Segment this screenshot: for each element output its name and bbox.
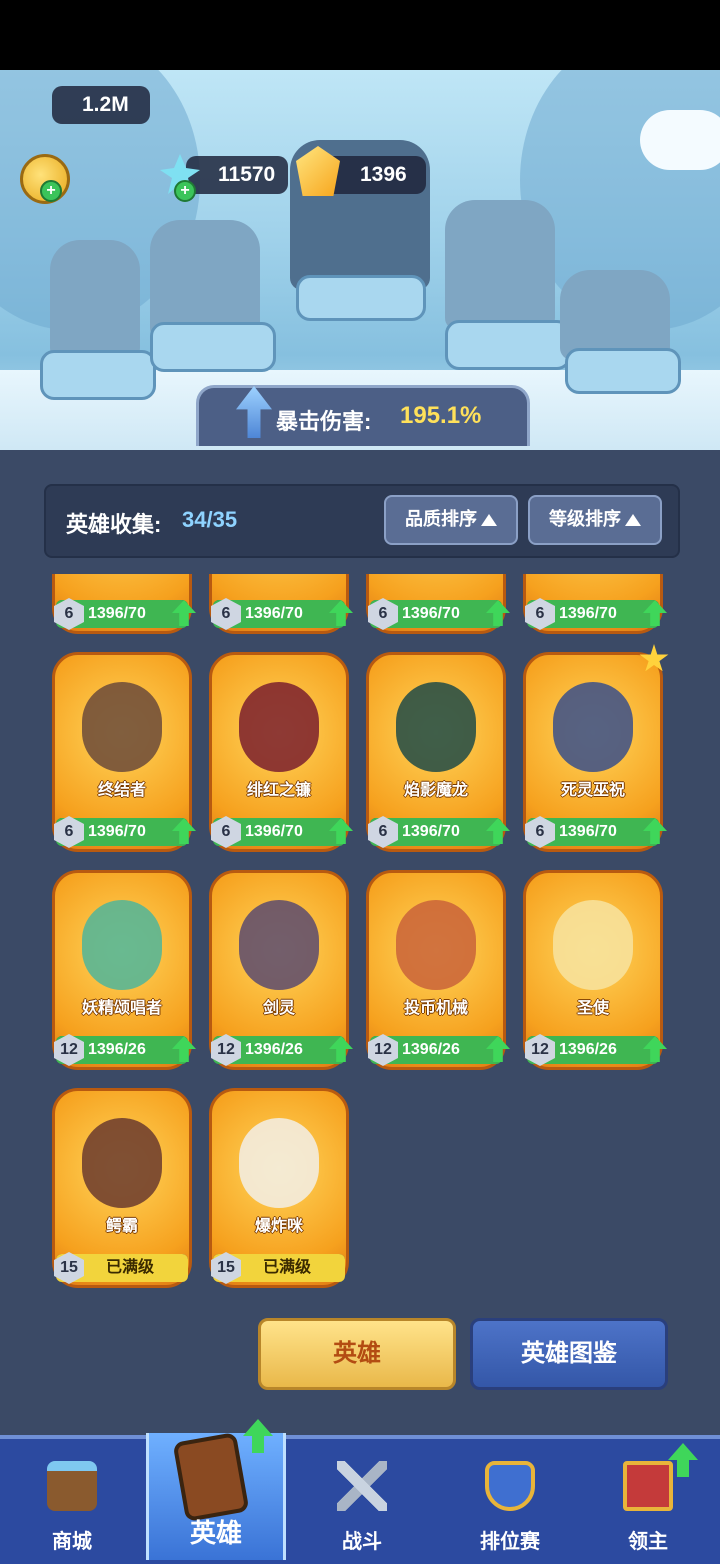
- gem-amount: 1396: [360, 163, 407, 186]
- hero-portrait: [82, 1118, 162, 1208]
- crit-damage-label: 暴击伤害:: [276, 409, 372, 434]
- progress-text: 已满级: [106, 1259, 155, 1276]
- progress-text: 1396/70: [88, 605, 146, 622]
- hero-portrait: [82, 900, 162, 990]
- pedestal-center: [296, 275, 426, 321]
- hero-card-fairy-singer[interactable]: 妖精颂唱者 1396/26 12: [52, 870, 196, 1074]
- statue-1: [50, 240, 140, 360]
- hero-card-croc-tyrant[interactable]: 鳄霸 已满级 15: [52, 1088, 192, 1292]
- hero-portrait: [553, 900, 633, 990]
- triangle-up-icon: [625, 514, 641, 527]
- castle-banner-icon: [623, 1461, 673, 1511]
- nav-ranked-label: 排位赛: [480, 1531, 540, 1553]
- nav-battle[interactable]: 战斗: [290, 1435, 434, 1560]
- hero-name: 终结者: [97, 782, 146, 799]
- collection-label: 英雄收集:: [66, 512, 162, 537]
- crystal-counter: 11570: [186, 156, 288, 194]
- hero-portrait: [82, 682, 162, 772]
- progress-text: 已满级: [263, 1259, 312, 1276]
- hero-name: 死灵巫祝: [560, 782, 625, 799]
- nav-shop[interactable]: 商城: [0, 1435, 144, 1560]
- sort-level-label: 等级排序: [549, 509, 621, 529]
- statue-4: [445, 200, 555, 330]
- progress-text: 1396/70: [559, 823, 617, 840]
- hero-card-shadow-dragon[interactable]: 焰影魔龙 1396/70 6: [366, 652, 510, 856]
- hero-card[interactable]: 1396/70 6: [366, 574, 510, 638]
- hero-name: 爆炸咪: [254, 1218, 303, 1235]
- hero-portrait: [239, 900, 319, 990]
- gold-amount: 1.2M: [82, 93, 129, 116]
- progress-text: 1396/26: [88, 1041, 146, 1058]
- hero-name: 圣使: [576, 1000, 609, 1017]
- nav-shop-label: 商城: [52, 1531, 92, 1553]
- pedestal-2: [150, 322, 276, 372]
- hero-card-terminator[interactable]: 终结者 1396/70 6: [52, 652, 196, 856]
- hero-card-sword-spirit[interactable]: 剑灵 1396/26 12: [209, 870, 353, 1074]
- hero-portrait: [239, 682, 319, 772]
- hero-name: 焰影魔龙: [403, 782, 468, 799]
- hero-card-coin-mech[interactable]: 投币机械 1396/26 12: [366, 870, 510, 1074]
- progress-text: 1396/26: [402, 1041, 460, 1058]
- hero-button[interactable]: 英雄: [258, 1318, 456, 1390]
- crystal-amount: 11570: [218, 163, 276, 186]
- gold-counter: 1.2M: [52, 86, 150, 124]
- nav-ranked[interactable]: 排位赛: [438, 1435, 582, 1560]
- progress-text: 1396/26: [245, 1041, 303, 1058]
- progress-text: 1396/70: [245, 823, 303, 840]
- chest-icon: [47, 1461, 97, 1511]
- status-bar: [0, 0, 720, 70]
- progress-text: 1396/70: [245, 605, 303, 622]
- nav-lord-label: 领主: [628, 1531, 668, 1553]
- rank-shield-icon: [485, 1461, 535, 1511]
- add-gold-icon[interactable]: +: [40, 180, 62, 202]
- progress-text: 1396/70: [88, 823, 146, 840]
- hero-name: 投币机械: [403, 1000, 468, 1017]
- hero-card-necromancer[interactable]: 死灵巫祝 1396/70 6: [523, 644, 669, 856]
- sort-level-button[interactable]: 等级排序: [528, 495, 662, 545]
- hero-card-saint[interactable]: 圣使 1396/26 12: [523, 870, 667, 1074]
- crit-damage-value: 195.1%: [400, 402, 482, 429]
- hero-card-crimson-scythe[interactable]: 绯红之镰 1396/70 6: [209, 652, 353, 856]
- hero-name: 鳄霸: [105, 1218, 138, 1235]
- progress-text: 1396/70: [402, 823, 460, 840]
- progress-text: 1396/70: [559, 605, 617, 622]
- crossed-swords-icon: [337, 1461, 387, 1511]
- hero-name: 妖精颂唱者: [81, 1000, 162, 1017]
- hero-grid[interactable]: 1396/70 6 1396/70 6 1396/70 6 1396/70 6: [0, 574, 720, 1314]
- hero-name: 绯红之镰: [246, 782, 311, 799]
- add-crystal-icon[interactable]: +: [174, 180, 196, 202]
- progress-text: 1396/26: [559, 1041, 617, 1058]
- pedestal-1: [40, 350, 156, 400]
- hero-card[interactable]: 1396/70 6: [209, 574, 353, 638]
- nav-battle-label: 战斗: [342, 1531, 382, 1553]
- collection-count: 34/35: [182, 507, 238, 532]
- hero-portrait: [239, 1118, 319, 1208]
- statue-5: [560, 270, 670, 360]
- hero-codex-button[interactable]: 英雄图鉴: [470, 1318, 668, 1390]
- hero-card[interactable]: 1396/70 6: [523, 574, 667, 638]
- hero-card[interactable]: 1396/70 6: [52, 574, 196, 638]
- pedestal-4: [445, 320, 571, 370]
- hero-card-icon: [172, 1432, 250, 1522]
- snow-cap: [640, 110, 720, 170]
- triangle-up-icon: [481, 514, 497, 527]
- hero-portrait: [396, 682, 476, 772]
- hero-portrait: [396, 900, 476, 990]
- pedestal-5: [565, 348, 681, 394]
- nav-heroes[interactable]: 英雄: [146, 1419, 286, 1560]
- nav-heroes-label: 英雄: [189, 1518, 242, 1548]
- hero-portrait: [553, 682, 633, 772]
- sort-quality-button[interactable]: 品质排序: [384, 495, 518, 545]
- progress-text: 1396/70: [402, 605, 460, 622]
- sort-quality-label: 品质排序: [405, 509, 477, 529]
- hero-card-boom-cat[interactable]: 爆炸咪 已满级 15: [209, 1088, 349, 1292]
- nav-lord[interactable]: 领主: [576, 1435, 720, 1560]
- hero-name: 剑灵: [262, 1000, 295, 1017]
